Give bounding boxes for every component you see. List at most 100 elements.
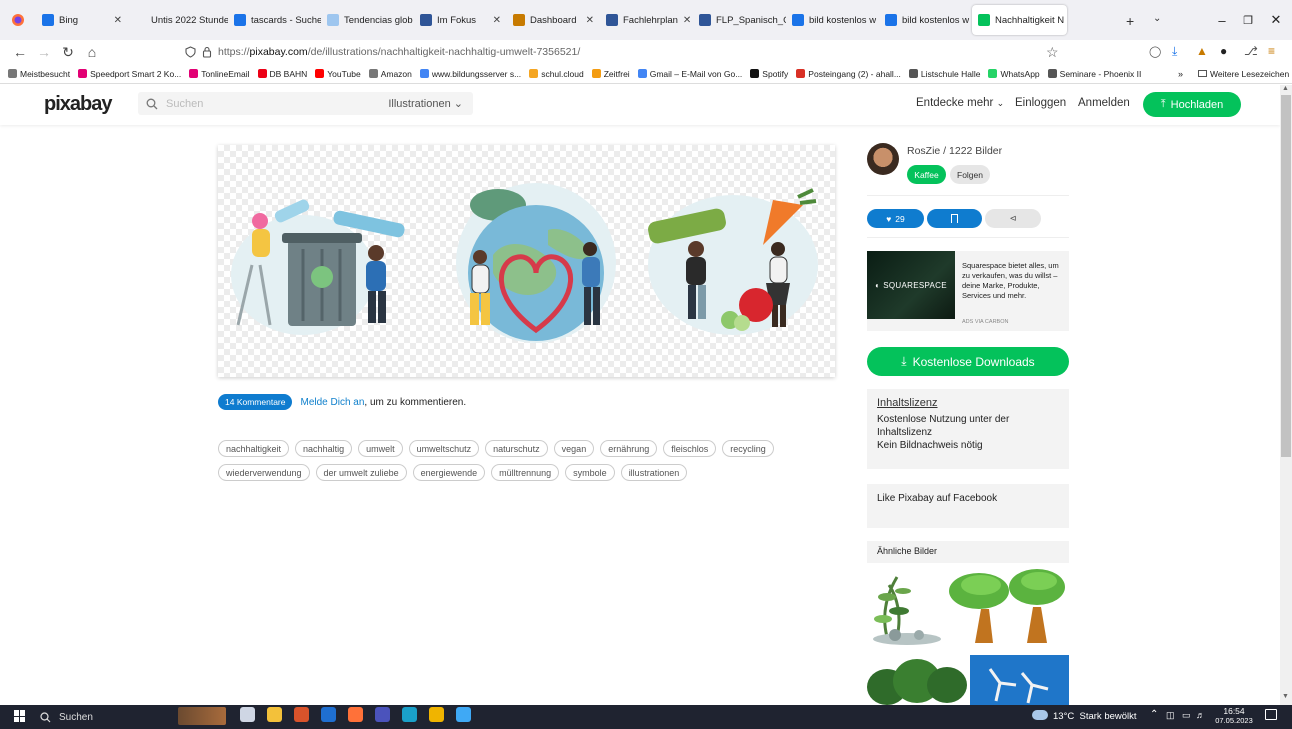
bookmark-item[interactable]: www.bildungsserver s... bbox=[416, 69, 525, 79]
license-title-link[interactable]: Inhaltslizenz bbox=[877, 397, 1059, 410]
close-tab-icon[interactable]: ✕ bbox=[683, 15, 691, 26]
bookmark-item[interactable]: Gmail – E-Mail von Go... bbox=[634, 69, 747, 79]
tag-chip[interactable]: umwelt bbox=[358, 440, 403, 457]
upload-button[interactable]: ⤒ Hochladen bbox=[1143, 92, 1241, 117]
advertisement[interactable]: ◐ SQUARESPACE Squarespace bietet alles, u… bbox=[867, 251, 1069, 331]
office-icon[interactable] bbox=[294, 707, 309, 722]
tag-chip[interactable]: umweltschutz bbox=[408, 440, 480, 457]
tag-chip[interactable]: recycling bbox=[722, 440, 774, 457]
tag-chip[interactable]: nachhaltig bbox=[295, 440, 353, 457]
tag-chip[interactable]: vegan bbox=[553, 440, 595, 457]
bookmark-item[interactable]: Spotify bbox=[746, 69, 792, 79]
signin-link[interactable]: Melde Dich an bbox=[300, 397, 364, 408]
bookmark-item[interactable]: Zeitfrei bbox=[588, 69, 634, 79]
tab-9[interactable]: bild kostenlos w✕ bbox=[879, 0, 972, 40]
firefox-icon[interactable] bbox=[348, 707, 363, 722]
weather-icon[interactable] bbox=[1032, 710, 1048, 720]
tag-chip[interactable]: illustrationen bbox=[620, 464, 688, 481]
url-text[interactable]: https://pixabay.com/de/illustrations/nac… bbox=[218, 46, 580, 58]
bookmark-item[interactable]: Seminare - Phoenix II bbox=[1044, 69, 1146, 79]
bookmark-item[interactable]: Meistbesucht bbox=[4, 69, 74, 79]
bookmark-item[interactable]: Speedport Smart 2 Ko... bbox=[74, 69, 185, 79]
account-icon[interactable]: ● bbox=[1220, 44, 1227, 58]
pixabay-logo[interactable]: pixabay bbox=[44, 93, 112, 116]
avatar[interactable] bbox=[867, 143, 899, 175]
tab-10[interactable]: Nachhaltigkeit N✕ bbox=[972, 5, 1067, 35]
bookmark-item[interactable]: Amazon bbox=[365, 69, 416, 79]
tab-4[interactable]: Im Fokus ✕ bbox=[414, 0, 507, 40]
scroll-down-arrow[interactable]: ▼ bbox=[1282, 693, 1289, 700]
login-link[interactable]: Einloggen bbox=[1015, 97, 1066, 109]
tag-chip[interactable]: naturschutz bbox=[485, 440, 548, 457]
similar-image-trees[interactable] bbox=[947, 567, 1069, 647]
extensions-puzzle-icon[interactable]: ⎇ bbox=[1244, 44, 1258, 58]
tag-chip[interactable]: nachhaltigkeit bbox=[218, 440, 290, 457]
tab-1[interactable]: Untis 2022 Stundenpl✕ bbox=[128, 0, 228, 40]
tab-7[interactable]: FLP_Spanisch_Gy✕ bbox=[693, 0, 786, 40]
close-tab-icon[interactable]: ✕ bbox=[586, 15, 594, 26]
tag-chip[interactable]: fleischlos bbox=[663, 440, 717, 457]
pocket-icon[interactable]: ◯ bbox=[1149, 45, 1161, 58]
tab-3[interactable]: Tendencias glob✕ bbox=[321, 0, 414, 40]
search-box[interactable]: Suchen Illustrationen ⌄ bbox=[138, 92, 473, 115]
bookmark-button[interactable] bbox=[927, 209, 982, 228]
follow-button[interactable]: Folgen bbox=[950, 165, 990, 184]
more-bookmarks-chevron[interactable]: » bbox=[1178, 69, 1183, 79]
home-icon[interactable]: ⌂ bbox=[80, 44, 104, 60]
outlook-icon[interactable] bbox=[321, 707, 336, 722]
search-input[interactable]: Suchen bbox=[166, 98, 203, 110]
network-icon[interactable]: ◫ bbox=[1166, 710, 1175, 721]
app-icon[interactable] bbox=[456, 707, 471, 722]
signup-link[interactable]: Anmelden bbox=[1078, 97, 1130, 109]
tag-chip[interactable]: energiewende bbox=[412, 464, 486, 481]
tab-2[interactable]: tascards - Suche✕ bbox=[228, 0, 321, 40]
task-view-icon[interactable] bbox=[240, 707, 255, 722]
tag-chip[interactable]: mülltrennung bbox=[491, 464, 560, 481]
scrollbar-thumb[interactable] bbox=[1281, 95, 1291, 457]
url-bar[interactable]: https://pixabay.com/de/illustrations/nac… bbox=[185, 42, 1085, 62]
tag-chip[interactable]: der umwelt zuliebe bbox=[315, 464, 407, 481]
close-tab-icon[interactable]: ✕ bbox=[493, 15, 501, 26]
bookmark-item[interactable]: Listschule Halle bbox=[905, 69, 985, 79]
notifications-icon[interactable] bbox=[1265, 709, 1277, 720]
forward-button[interactable]: → bbox=[32, 44, 56, 60]
download-button[interactable]: ⤓ Kostenlose Downloads bbox=[867, 347, 1069, 376]
media-type-select[interactable]: Illustrationen ⌄ bbox=[388, 97, 463, 110]
facebook-like-text[interactable]: Like Pixabay auf Facebook bbox=[877, 492, 1059, 505]
downloads-icon[interactable]: ⤓ bbox=[1172, 44, 1177, 59]
lock-icon[interactable] bbox=[202, 46, 212, 58]
weather-text[interactable]: 13°C Stark bewölkt bbox=[1053, 711, 1137, 722]
similar-image-bushes[interactable] bbox=[867, 655, 967, 705]
tag-chip[interactable]: ernährung bbox=[600, 440, 658, 457]
volume-icon[interactable]: ♬ bbox=[1196, 710, 1205, 720]
ad-source[interactable]: ADS VIA CARBON bbox=[962, 319, 1008, 325]
clock[interactable]: 16:54 07.05.2023 bbox=[1214, 706, 1254, 726]
back-button[interactable]: ← bbox=[8, 44, 32, 60]
more-bookmarks[interactable]: Weitere Lesezeichen bbox=[1198, 69, 1289, 79]
coffee-button[interactable]: Kaffee bbox=[907, 165, 946, 184]
like-button[interactable]: ♥ 29 bbox=[867, 209, 924, 228]
tag-chip[interactable]: wiederverwendung bbox=[218, 464, 310, 481]
similar-image-wind-turbines[interactable] bbox=[970, 655, 1069, 705]
author-info[interactable]: RosZie / 1222 Bilder bbox=[907, 145, 1002, 157]
bookmark-item[interactable]: Posteingang (2) - ahall... bbox=[792, 69, 905, 79]
bookmark-item[interactable]: schul.cloud bbox=[525, 69, 588, 79]
bookmark-star-icon[interactable]: ☆ bbox=[1046, 44, 1059, 61]
file-explorer-icon[interactable] bbox=[267, 707, 282, 722]
tab-8[interactable]: bild kostenlos w✕ bbox=[786, 0, 879, 40]
close-tab-icon[interactable]: ✕ bbox=[114, 15, 122, 26]
new-tab-button[interactable]: + bbox=[1126, 13, 1134, 29]
firefox-icon[interactable] bbox=[0, 13, 36, 27]
similar-image-plants[interactable] bbox=[867, 567, 945, 647]
shield-icon[interactable] bbox=[185, 46, 196, 58]
main-illustration[interactable] bbox=[218, 145, 835, 377]
reload-button[interactable]: ↻ bbox=[56, 44, 80, 61]
battery-icon[interactable]: ▭ bbox=[1182, 710, 1191, 721]
discover-menu[interactable]: Entdecke mehr ⌄ bbox=[916, 97, 1004, 109]
taskbar-search[interactable]: Suchen bbox=[40, 708, 160, 726]
tag-chip[interactable]: symbole bbox=[565, 464, 615, 481]
teams-icon[interactable] bbox=[375, 707, 390, 722]
bookmark-item[interactable]: WhatsApp bbox=[984, 69, 1043, 79]
news-widget-icon[interactable] bbox=[178, 707, 226, 725]
ad-image[interactable]: ◐ SQUARESPACE bbox=[867, 251, 955, 319]
